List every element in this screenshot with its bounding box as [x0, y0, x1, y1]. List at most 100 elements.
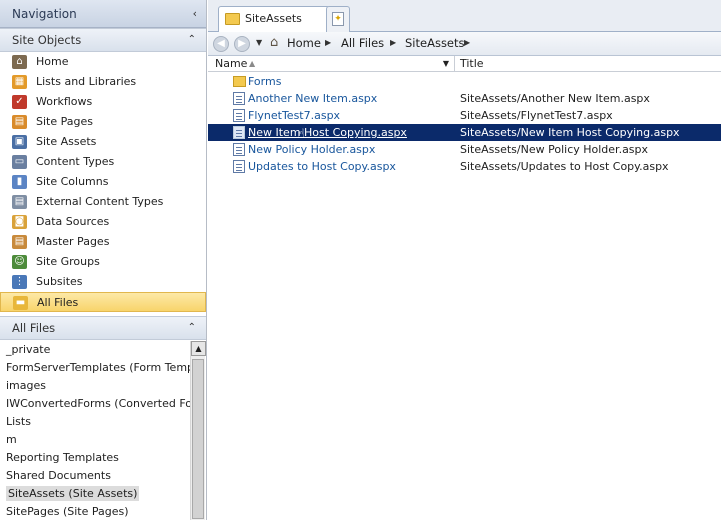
- all-files-scrollbar[interactable]: ▲: [190, 341, 206, 520]
- home-icon[interactable]: ⌂: [270, 36, 284, 49]
- tab-bar: SiteAssets ✦: [208, 0, 721, 32]
- file-row[interactable]: New Policy Holder.aspx SiteAssets/New Po…: [208, 141, 721, 158]
- column-header-title[interactable]: Title: [458, 56, 484, 71]
- breadcrumb-separator-icon[interactable]: ▶: [464, 32, 470, 54]
- tree-item-label: Shared Documents: [6, 469, 111, 482]
- file-name[interactable]: New Item Host Copying.aspx: [248, 124, 407, 141]
- all-files-tree: _private FormServerTemplates (Form Templ…: [0, 341, 190, 520]
- file-title: SiteAssets/New Item Host Copying.aspx: [460, 126, 680, 139]
- all-files-header[interactable]: All Files ⌃: [0, 316, 206, 340]
- tree-item[interactable]: FormServerTemplates (Form Templates): [0, 359, 190, 377]
- site-objects-list: ⌂ Home ▦ Lists and Libraries ✓ Workflows ▤ S…: [0, 52, 206, 312]
- filter-dropdown-icon[interactable]: ▼: [443, 56, 449, 71]
- file-row-folder[interactable]: Forms: [208, 73, 721, 90]
- tree-item-selected[interactable]: SiteAssets (Site Assets): [0, 485, 190, 503]
- breadcrumb-all-files[interactable]: All Files: [341, 32, 384, 54]
- sidebar-item-site-assets[interactable]: ▣ Site Assets: [0, 132, 206, 152]
- tree-item-label: SiteAssets (Site Assets): [6, 486, 140, 501]
- breadcrumb-home[interactable]: Home: [287, 32, 321, 54]
- navigation-title: Navigation: [12, 7, 77, 21]
- aspx-page-icon: [233, 143, 245, 156]
- sidebar-item-label: Subsites: [36, 275, 83, 288]
- tab-siteassets[interactable]: SiteAssets: [218, 6, 330, 32]
- external-content-types-icon: ▤: [12, 195, 27, 209]
- sidebar-item-label: Lists and Libraries: [36, 75, 137, 88]
- file-name[interactable]: New Policy Holder.aspx: [248, 141, 375, 158]
- site-columns-icon: ▮: [12, 175, 27, 189]
- sidebar-item-site-pages[interactable]: ▤ Site Pages: [0, 112, 206, 132]
- sidebar-item-content-types[interactable]: ▭ Content Types: [0, 152, 206, 172]
- file-row[interactable]: Another New Item.aspx SiteAssets/Another…: [208, 90, 721, 107]
- hand-cursor-icon: ☝: [297, 127, 305, 142]
- sort-ascending-icon: ▲: [249, 59, 256, 68]
- column-header-label: Name: [215, 57, 248, 70]
- tree-item[interactable]: IWConvertedForms (Converted Forms): [0, 395, 190, 413]
- tree-item[interactable]: Shared Documents: [0, 467, 190, 485]
- scroll-up-arrow-icon[interactable]: ▲: [191, 341, 206, 356]
- sidebar-item-master-pages[interactable]: ▤ Master Pages: [0, 232, 206, 252]
- collapse-navigation-button[interactable]: ‹: [193, 0, 197, 28]
- file-name[interactable]: Forms: [248, 73, 281, 90]
- site-objects-header[interactable]: Site Objects ⌃: [0, 28, 206, 52]
- forward-button[interactable]: ▶: [234, 36, 250, 52]
- back-button[interactable]: ◀: [213, 36, 229, 52]
- tree-item[interactable]: m: [0, 431, 190, 449]
- tree-item-label: Reporting Templates: [6, 451, 119, 464]
- sidebar-item-site-groups[interactable]: ☺ Site Groups: [0, 252, 206, 272]
- breadcrumb-siteassets[interactable]: SiteAssets: [405, 32, 465, 54]
- new-tab-button[interactable]: ✦: [326, 6, 350, 32]
- scrollbar-thumb[interactable]: [192, 359, 204, 519]
- sidebar-item-label: External Content Types: [36, 195, 164, 208]
- tree-item[interactable]: SitePages (Site Pages): [0, 503, 190, 520]
- sidebar-item-subsites[interactable]: ⋮ Subsites: [0, 272, 206, 292]
- history-dropdown-icon[interactable]: ▼: [256, 32, 262, 54]
- collapse-site-objects-button[interactable]: ⌃: [188, 29, 196, 51]
- sidebar-item-workflows[interactable]: ✓ Workflows: [0, 92, 206, 112]
- sidebar-item-data-sources[interactable]: ◙ Data Sources: [0, 212, 206, 232]
- file-row[interactable]: Updates to Host Copy.aspx SiteAssets/Upd…: [208, 158, 721, 175]
- tab-label: SiteAssets: [245, 12, 302, 25]
- aspx-page-icon: [233, 92, 245, 105]
- tree-item[interactable]: Lists: [0, 413, 190, 431]
- sidebar-item-lists-and-libraries[interactable]: ▦ Lists and Libraries: [0, 72, 206, 92]
- tree-item-label: m: [6, 433, 17, 446]
- file-name[interactable]: FlynetTest7.aspx: [248, 107, 340, 124]
- tree-item[interactable]: _private: [0, 341, 190, 359]
- file-name[interactable]: Another New Item.aspx: [248, 90, 377, 107]
- sidebar-item-label: Site Columns: [36, 175, 109, 188]
- file-row-selected[interactable]: New Item Host Copying.aspx SiteAssets/Ne…: [208, 124, 721, 142]
- tree-item-label: FormServerTemplates (Form Templates): [6, 361, 190, 374]
- sidebar-item-label: Content Types: [36, 155, 115, 168]
- content-types-icon: ▭: [12, 155, 27, 169]
- breadcrumb-separator-icon[interactable]: ▶: [325, 32, 331, 54]
- tree-item[interactable]: Reporting Templates: [0, 449, 190, 467]
- sidebar-item-home[interactable]: ⌂ Home: [0, 52, 206, 72]
- lists-icon: ▦: [12, 75, 27, 89]
- folder-icon: [225, 13, 240, 25]
- column-header-label: Title: [460, 57, 484, 70]
- tree-item-label: images: [6, 379, 46, 392]
- tree-item[interactable]: images: [0, 377, 190, 395]
- sidebar-item-label: Site Assets: [36, 135, 97, 148]
- sidebar-item-site-columns[interactable]: ▮ Site Columns: [0, 172, 206, 192]
- column-header-name[interactable]: Name ▲ ▼: [208, 56, 455, 72]
- new-page-icon: ✦: [332, 12, 344, 26]
- data-sources-icon: ◙: [12, 215, 27, 229]
- sidebar-item-all-files[interactable]: ▬ All Files: [0, 292, 206, 312]
- folder-icon: [233, 76, 246, 87]
- file-title: SiteAssets/New Policy Holder.aspx: [460, 143, 649, 156]
- tree-item-label: Lists: [6, 415, 31, 428]
- file-row[interactable]: FlynetTest7.aspx SiteAssets/FlynetTest7.…: [208, 107, 721, 124]
- sidebar-item-label: Workflows: [36, 95, 93, 108]
- all-files-title: All Files: [12, 321, 56, 335]
- breadcrumb-separator-icon[interactable]: ▶: [390, 32, 396, 54]
- master-pages-icon: ▤: [12, 235, 27, 249]
- navigation-header: Navigation ‹: [0, 0, 206, 28]
- sidebar-item-label: All Files: [37, 296, 79, 309]
- sidebar-item-external-content-types[interactable]: ▤ External Content Types: [0, 192, 206, 212]
- aspx-page-icon: [233, 109, 245, 122]
- file-name[interactable]: Updates to Host Copy.aspx: [248, 158, 396, 175]
- tree-item-label: SitePages (Site Pages): [6, 505, 129, 518]
- subsites-icon: ⋮: [12, 275, 27, 289]
- collapse-all-files-button[interactable]: ⌃: [188, 317, 196, 339]
